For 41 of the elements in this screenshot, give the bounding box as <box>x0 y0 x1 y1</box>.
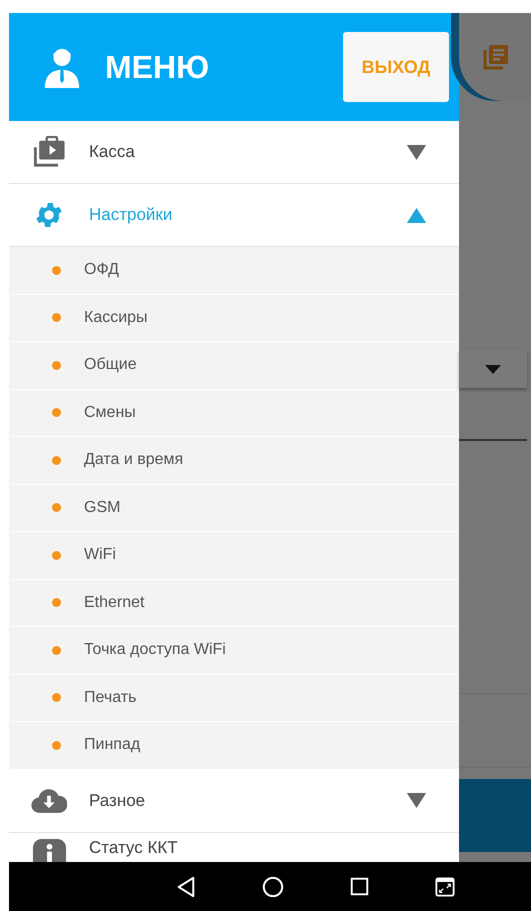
bullet-icon <box>52 646 61 655</box>
bullet-icon <box>52 550 61 560</box>
submenu-item[interactable]: WiFi <box>9 532 459 580</box>
submenu-item[interactable]: Дата и время <box>9 437 459 484</box>
recents-icon[interactable] <box>350 877 369 896</box>
home-icon[interactable] <box>262 876 284 898</box>
submenu-item[interactable]: Печать <box>9 674 459 722</box>
caret-icon <box>485 364 501 374</box>
cloud-download-icon <box>31 787 67 814</box>
submenu-item[interactable]: Пинпад <box>9 722 459 770</box>
briefcase-play-icon <box>32 136 66 168</box>
bullet-icon <box>52 360 61 370</box>
bullet-icon <box>52 503 61 512</box>
bullet-icon <box>52 408 61 418</box>
menu-item[interactable]: Касса <box>9 121 459 184</box>
document-stack-icon <box>481 42 511 72</box>
menu-item-label: Касса <box>89 142 136 162</box>
bullet-icon <box>52 313 61 322</box>
submenu-item[interactable]: Кассиры <box>9 294 459 342</box>
back-icon[interactable] <box>176 876 196 898</box>
bullet-icon <box>52 266 61 275</box>
bullet-icon <box>52 456 61 465</box>
menu-title: МЕНЮ <box>105 48 210 86</box>
expand-arrow-icon <box>406 144 427 160</box>
bullet-icon <box>52 740 61 750</box>
bullet-icon <box>52 693 61 702</box>
submenu-item[interactable]: Смены <box>9 390 459 437</box>
menu-item-label: Разное <box>89 790 146 810</box>
submenu-item[interactable]: GSM <box>9 484 459 532</box>
submenu-item[interactable]: Ethernet <box>9 580 459 627</box>
submenu-item[interactable]: Общие <box>9 342 459 390</box>
menu-item[interactable]: Разное <box>9 770 459 832</box>
resize-icon[interactable] <box>435 876 455 896</box>
submenu-item[interactable]: Точка доступа WiFi <box>9 627 459 674</box>
dropdown[interactable] <box>459 350 527 388</box>
submenu-item[interactable]: ОФД <box>9 247 459 294</box>
bullet-icon <box>52 598 61 608</box>
collapse-arrow-icon <box>406 208 427 222</box>
menu-item-label: Настройки <box>89 205 174 225</box>
expand-arrow-icon <box>406 793 427 808</box>
menu-item-label: Статус ККТ <box>89 838 179 858</box>
